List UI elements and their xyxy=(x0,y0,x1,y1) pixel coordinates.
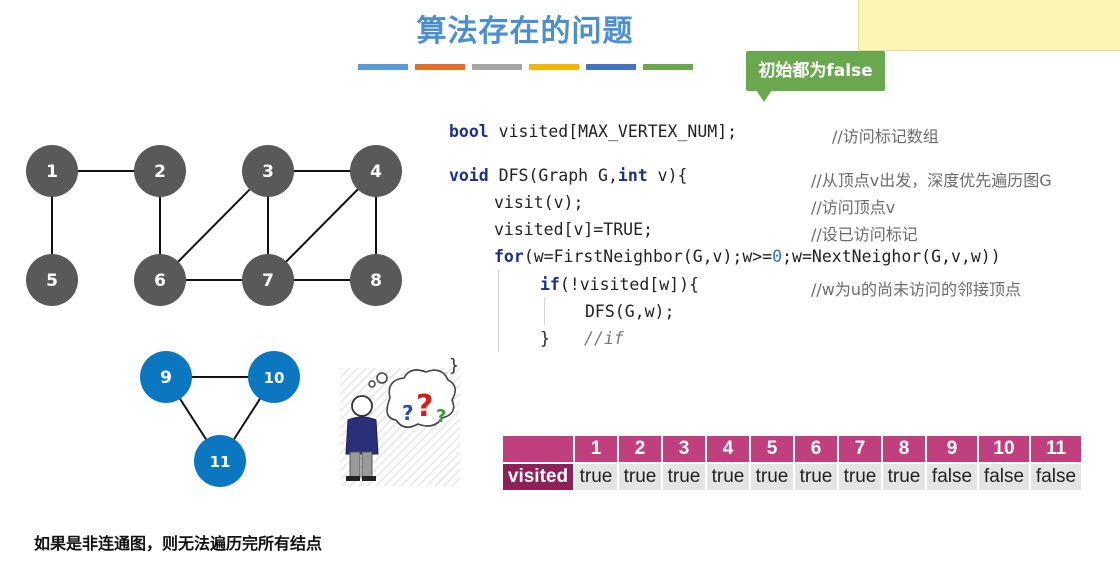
code-text: visited[MAX_VERTEX_NUM]; xyxy=(488,122,738,141)
table-header-index: 8 xyxy=(881,434,927,464)
table-header-index: 2 xyxy=(617,434,663,464)
code-line-function: void DFS(Graph G,int v){ xyxy=(449,166,687,185)
graph-node-label: 9 xyxy=(160,368,172,388)
color-bar xyxy=(586,64,636,70)
graph-node-label: 2 xyxy=(154,162,166,182)
graph-node-label: 10 xyxy=(264,369,285,387)
graph-node-label: 11 xyxy=(210,453,231,471)
code-text: ;w=NextNeighor(G,v,w)) xyxy=(782,247,1001,266)
table-header-index: 5 xyxy=(749,434,795,464)
code-comment: //w为u的尚未访问的邻接顶点 xyxy=(811,280,1022,299)
table-header-index: 10 xyxy=(977,434,1031,464)
callout-tail xyxy=(756,90,772,102)
code-line-set-visited: visited[v]=TRUE; xyxy=(494,220,653,239)
code-text: (!visited[w]){ xyxy=(559,275,699,294)
table-cell-value: false xyxy=(977,462,1031,492)
callout-bubble: 初始都为false xyxy=(746,51,885,91)
table-header-index: 4 xyxy=(705,434,751,464)
code-keyword: for xyxy=(494,247,524,266)
table-header-index: 6 xyxy=(793,434,839,464)
code-text: DFS(Graph G, xyxy=(488,166,618,185)
code-line-for: for(w=FirstNeighbor(G,v);w>=0;w=NextNeig… xyxy=(494,247,1001,266)
svg-text:?: ? xyxy=(402,401,414,425)
code-comment: //if xyxy=(584,329,624,348)
code-comment: //访问顶点v xyxy=(811,198,896,217)
code-keyword: if xyxy=(540,275,560,294)
code-comment: //访问标记数组 xyxy=(832,127,939,146)
code-number: 0 xyxy=(772,247,783,266)
code-line-if: if(!visited[w]){ xyxy=(540,275,699,294)
graph-node-label: 4 xyxy=(370,162,382,182)
graph-node-label: 7 xyxy=(262,271,274,291)
code-keyword: void xyxy=(449,166,489,185)
code-line-declaration: bool visited[MAX_VERTEX_NUM]; xyxy=(449,122,737,141)
row-label-visited: visited xyxy=(501,462,575,492)
table-cell-value: true xyxy=(793,462,839,492)
table-header-index: 3 xyxy=(661,434,707,464)
code-comment: //从顶点v出发，深度优先遍历图G xyxy=(811,171,1052,190)
code-keyword: bool xyxy=(449,122,489,141)
table-header-index: 9 xyxy=(925,434,979,464)
table-header-index: 1 xyxy=(573,434,619,464)
table-cell-value: true xyxy=(749,462,795,492)
color-bar xyxy=(643,64,693,70)
graph-node-label: 6 xyxy=(154,271,166,291)
graph-node-label: 3 xyxy=(262,162,274,182)
table-cell-value: true xyxy=(705,462,751,492)
code-text: (w=FirstNeighbor(G,v);w>= xyxy=(523,247,773,266)
table-header-row: 1 2 3 4 5 6 7 8 9 10 11 xyxy=(501,434,1083,464)
table-corner-cell xyxy=(501,434,575,464)
svg-text:?: ? xyxy=(416,389,433,424)
code-keyword: int xyxy=(617,166,648,185)
footer-note: 如果是非连通图，则无法遍历完所有结点 xyxy=(34,534,323,553)
table-header-index: 11 xyxy=(1029,434,1083,464)
visited-array-table: 1 2 3 4 5 6 7 8 9 10 11 visited true true true true tr… xyxy=(501,434,1083,492)
code-line-visit: visit(v); xyxy=(494,193,584,212)
table-row: visited true true true true true true true true… xyxy=(501,462,1083,492)
graph-node-label: 5 xyxy=(46,271,58,291)
graph-node-label: 8 xyxy=(370,271,382,291)
code-comment: //设已访问标记 xyxy=(811,225,918,244)
svg-text:?: ? xyxy=(436,406,446,427)
table-cell-value: true xyxy=(661,462,707,492)
table-cell-value: true xyxy=(617,462,663,492)
table-cell-value: true xyxy=(573,462,619,492)
table-cell-value: true xyxy=(837,462,883,492)
code-line-recursive-call: DFS(G,w); xyxy=(585,302,675,321)
indent-guide xyxy=(498,270,499,352)
table-header-index: 7 xyxy=(837,434,883,464)
code-text: v){ xyxy=(647,166,688,185)
indent-guide xyxy=(544,297,545,325)
color-bar xyxy=(529,64,579,70)
table-cell-value: true xyxy=(881,462,927,492)
graph-node-label: 1 xyxy=(46,162,58,182)
table-cell-value: false xyxy=(1029,462,1083,492)
table-cell-value: false xyxy=(925,462,979,492)
code-line-close-if: } xyxy=(540,329,550,348)
color-bar xyxy=(472,64,522,70)
thinking-person-icon: ? ? ? xyxy=(340,368,460,486)
